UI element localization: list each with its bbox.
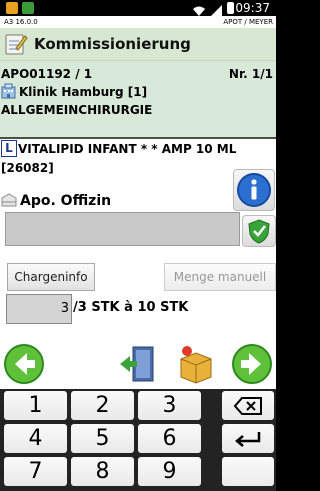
quantity-unit-text: /3 STK à 10 STK [73,300,189,315]
arrow-left-icon [4,344,44,384]
order-header: APO01192 / 1 Nr. 1/1 Klinik Hamburg [1] … [0,61,276,139]
order-id: APO01192 / 1 [1,67,93,81]
clinic-name: Klinik Hamburg [1] [19,85,148,99]
page-title: Kommissionierung [34,35,191,53]
enter-key[interactable] [222,424,274,453]
department-name: ALLGEMEINCHIRURGIE [1,103,153,117]
enter-icon [235,432,261,447]
key-3[interactable]: 3 [138,391,201,420]
quantity-value: 3 [60,301,69,316]
door-exit-icon [120,346,154,382]
shield-check-icon [248,219,270,244]
confirm-location-button[interactable] [242,215,276,247]
notification-icon [6,2,18,14]
backspace-key[interactable] [222,391,274,420]
article-panel: L VITALIPID INFANT * * AMP 10 ML [26082]… [0,139,276,339]
shelf-icon [1,192,17,208]
wifi-icon [192,2,205,16]
article-code: [26082] [1,161,54,175]
battery-icon [227,2,234,14]
key-blank[interactable] [205,457,218,486]
package-icon [180,346,212,384]
notification-icon [22,2,34,14]
building-icon [1,83,17,99]
key-blank-right[interactable] [222,457,274,486]
keypad: 1 2 3 4 5 6 7 8 9 [0,389,276,491]
status-bar: 09:37 [0,0,276,17]
key-7[interactable]: 7 [4,457,67,486]
menge-manuell-button[interactable]: Menge manuell [164,263,276,291]
location-label: Apo. Offizin [20,193,112,209]
key-1[interactable]: 1 [4,391,67,420]
arrow-right-icon [232,344,272,384]
order-number: Nr. 1/1 [228,67,273,81]
notepad-icon [4,32,28,56]
info-icon [237,173,271,207]
article-name: VITALIPID INFANT * * AMP 10 ML [18,142,237,156]
back-button[interactable] [3,343,45,385]
backspace-icon [233,397,262,415]
package-button[interactable] [175,343,217,385]
version-bar: A3 16.0.0 APOT / MEYER [0,16,276,28]
article-type-badge: L [1,140,17,157]
key-5[interactable]: 5 [71,424,134,453]
chargeninfo-button[interactable]: Chargeninfo [7,263,95,291]
signal-icon [210,2,222,17]
exit-button[interactable] [117,343,159,385]
key-2[interactable]: 2 [71,391,134,420]
key-9[interactable]: 9 [138,457,201,486]
quantity-input[interactable]: 3 [6,294,72,324]
key-dot[interactable] [205,424,218,453]
action-bar [0,339,276,389]
key-4[interactable]: 4 [4,424,67,453]
key-dash[interactable] [205,391,218,420]
key-8[interactable]: 8 [71,457,134,486]
user-label: APOT / MEYER [223,18,273,26]
app-version: A3 16.0.0 [4,18,38,26]
forward-button[interactable] [231,343,273,385]
location-input[interactable] [5,212,240,246]
key-6[interactable]: 6 [138,424,201,453]
info-button[interactable] [233,169,275,211]
clock: 09:37 [235,1,270,15]
title-bar: Kommissionierung [0,28,276,61]
